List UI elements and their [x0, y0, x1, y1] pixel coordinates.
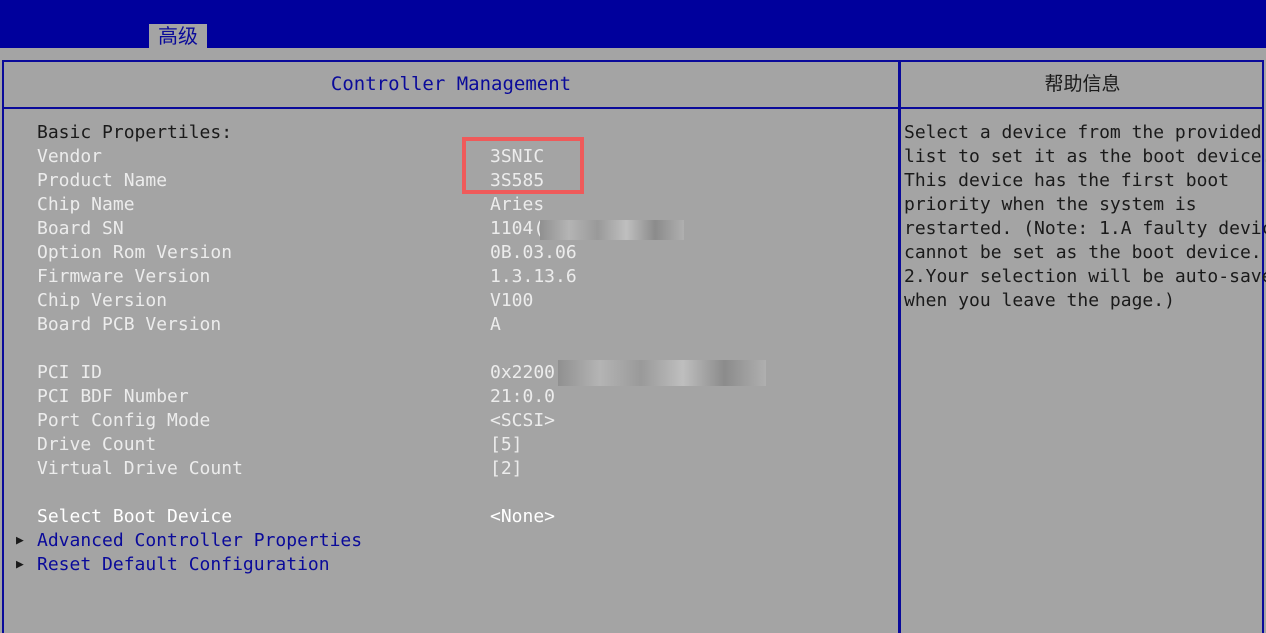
submenu-arrow-icon: ▶ [16, 557, 24, 572]
property-value-virtual-drive-count: [2] [490, 458, 523, 479]
property-value-firmware: 1.3.13.6 [490, 266, 577, 287]
tab-strip [0, 48, 1266, 60]
help-text: Select a device from the provided list t… [904, 122, 1266, 311]
section-heading: Basic Propertiles: [37, 122, 233, 143]
property-value-option-rom: 0B.03.06 [490, 242, 577, 263]
property-label-board-sn: Board SN [37, 218, 124, 239]
port-config-mode-select[interactable]: <SCSI> [490, 409, 555, 433]
property-value-board-pcb: A [490, 314, 501, 335]
advanced-controller-properties-link[interactable]: Advanced Controller Properties [37, 529, 362, 553]
header-divider [2, 107, 1264, 109]
property-value-drive-count: [5] [490, 434, 523, 455]
redaction-blur-board-sn [540, 220, 684, 240]
property-label-vendor: Vendor [37, 146, 103, 167]
property-label-pci-id: PCI ID [37, 362, 103, 383]
select-boot-device-label[interactable]: Select Boot Device [37, 505, 232, 529]
property-value-pci-bdf: 21:0.0 [490, 386, 556, 407]
property-label-chip-version: Chip Version [37, 290, 168, 311]
panel-divider [898, 60, 901, 633]
help-title: 帮助信息 [1044, 73, 1121, 95]
redaction-blur-pci-id [558, 360, 766, 386]
select-boot-device-select[interactable]: <None> [490, 505, 555, 529]
property-label-pci-bdf: PCI BDF Number [37, 386, 189, 407]
tab-advanced[interactable]: 高级 [149, 24, 207, 48]
property-value-chip-name: Aries [490, 194, 545, 215]
submenu-arrow-icon: ▶ [16, 533, 24, 548]
property-value-board-sn: 1104( [490, 218, 545, 239]
property-value-chip-version: V100 [490, 290, 534, 311]
reset-default-configuration-link[interactable]: Reset Default Configuration [37, 553, 330, 577]
highlight-box [462, 137, 584, 194]
property-label-option-rom: Option Rom Version [37, 242, 233, 263]
property-label-board-pcb: Board PCB Version [37, 314, 222, 335]
property-label-firmware: Firmware Version [37, 266, 211, 287]
property-label-product-name: Product Name [37, 170, 168, 191]
page-title: Controller Management [330, 73, 572, 95]
property-label-virtual-drive-count: Virtual Drive Count [37, 458, 243, 479]
property-label-port-config: Port Config Mode [37, 410, 211, 431]
property-label-drive-count: Drive Count [37, 434, 157, 455]
property-label-chip-name: Chip Name [37, 194, 135, 215]
property-value-pci-id: 0x2200 [490, 362, 556, 383]
